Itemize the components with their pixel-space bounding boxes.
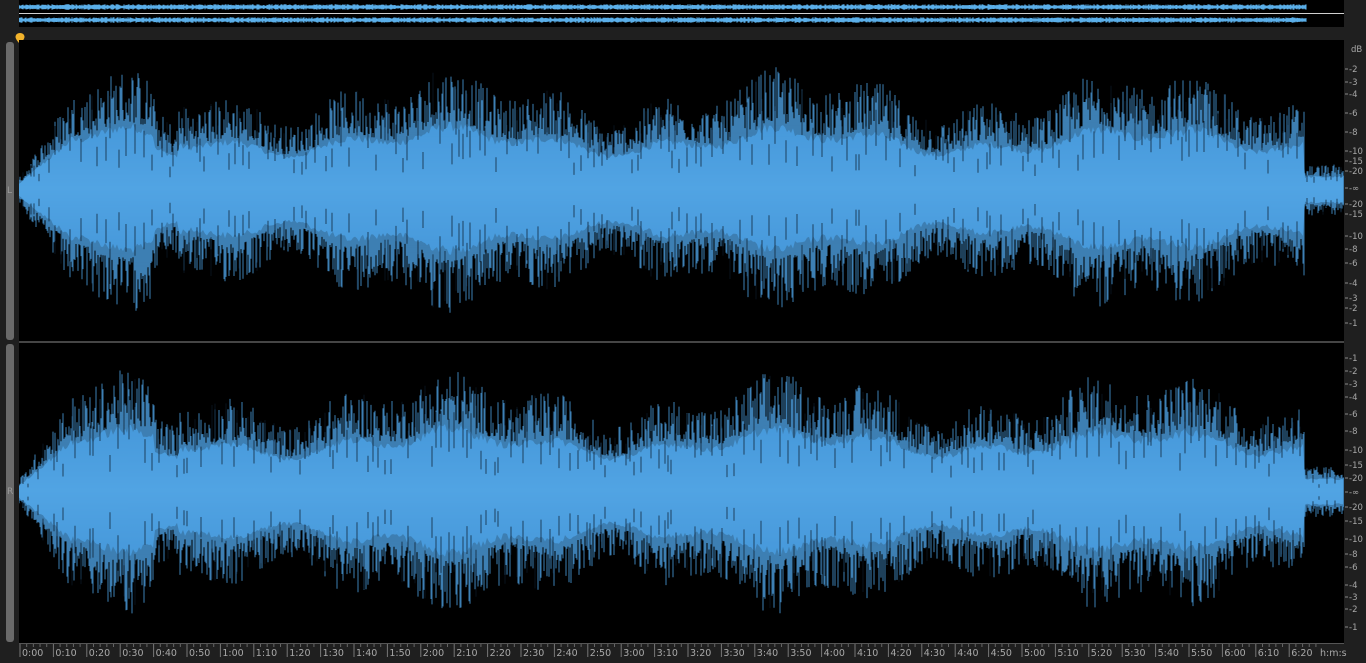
time-tick-label: 0:10	[55, 648, 76, 659]
db-tick-label: -4	[1349, 279, 1357, 289]
time-tick-label: 2:30	[523, 648, 544, 659]
db-tick-label: -1	[1349, 319, 1357, 329]
time-tick-label: 1:00	[222, 648, 243, 659]
time-tick-label: 4:20	[890, 648, 911, 659]
db-tick-label: -3	[1349, 380, 1357, 390]
waveform-channel-left	[19, 67, 1344, 313]
time-tick-label: 6:00	[1224, 648, 1245, 659]
db-tick-label: -1	[1349, 623, 1357, 633]
db-tick-label: -8	[1349, 245, 1357, 255]
db-tick-label: -10	[1349, 147, 1363, 157]
db-scale-ruler: dB -2 -3 -4 -6 -8 -10 -15 -20 -∞ -20 -15 -10 -8 -6 -4 -3…	[1344, 40, 1366, 643]
time-tick-label: 4:10	[857, 648, 878, 659]
channel-label-right: R	[7, 487, 14, 497]
time-tick-label: 3:50	[790, 648, 811, 659]
time-tick-label: 5:50	[1191, 648, 1212, 659]
time-tick-label: 1:30	[323, 648, 344, 659]
db-tick-label: -6	[1349, 259, 1357, 269]
time-tick-label: 0:00	[22, 648, 43, 659]
time-tick-label: 0:50	[189, 648, 210, 659]
db-tick-label: -15	[1349, 461, 1363, 471]
overview-waveform[interactable]	[19, 0, 1344, 27]
db-tick-label: -2	[1349, 605, 1357, 615]
db-tick-label: -2	[1349, 304, 1357, 314]
time-tick-label: 5:20	[1091, 648, 1112, 659]
time-tick-label: 0:30	[122, 648, 143, 659]
db-tick-label: -10	[1349, 232, 1363, 242]
time-tick-label: 5:00	[1024, 648, 1045, 659]
vertical-zoom-strip	[0, 40, 19, 643]
db-tick-label: -15	[1349, 157, 1363, 167]
time-tick-label: 2:20	[490, 648, 511, 659]
time-tick-label: 4:30	[924, 648, 945, 659]
db-tick-label: -20	[1349, 503, 1363, 513]
time-tick-label: 3:40	[757, 648, 778, 659]
db-tick-label: -1	[1349, 354, 1357, 364]
time-tick-label: 1:40	[356, 648, 377, 659]
time-unit-label: h:m:s	[1320, 648, 1347, 659]
db-tick-label: -6	[1349, 563, 1357, 573]
db-tick-label: -4	[1349, 393, 1357, 403]
db-tick-label: -∞	[1349, 184, 1359, 194]
db-tick-label: -8	[1349, 427, 1357, 437]
time-tick-label: 4:00	[824, 648, 845, 659]
time-tick-label: 2:10	[456, 648, 477, 659]
time-tick-label: 4:50	[991, 648, 1012, 659]
time-tick-label: 1:20	[289, 648, 310, 659]
db-tick-label: -6	[1349, 109, 1357, 119]
db-tick-label: -2	[1349, 367, 1357, 377]
time-tick-label: 3:20	[690, 648, 711, 659]
time-tick-label: 1:50	[389, 648, 410, 659]
db-tick-label: -6	[1349, 410, 1357, 420]
time-tick-label: 2:50	[590, 648, 611, 659]
db-tick-label: -8	[1349, 128, 1357, 138]
time-tick-label: 6:10	[1258, 648, 1279, 659]
time-tick-label: 5:10	[1057, 648, 1078, 659]
time-tick-label: 5:40	[1158, 648, 1179, 659]
time-tick-label: 4:40	[957, 648, 978, 659]
db-tick-label: -4	[1349, 90, 1357, 100]
db-unit-label: dB	[1351, 45, 1362, 55]
waveform-channel-right	[19, 370, 1344, 614]
waveform-canvas[interactable]	[19, 40, 1344, 643]
waveform-editor[interactable]	[19, 40, 1344, 643]
db-tick-label: -20	[1349, 200, 1363, 210]
time-tick-label: 0:40	[156, 648, 177, 659]
db-tick-label: -2	[1349, 65, 1357, 75]
time-tick-label: 6:20	[1291, 648, 1312, 659]
db-tick-label: -4	[1349, 581, 1357, 591]
db-tick-label: -3	[1349, 294, 1357, 304]
time-tick-label: 3:30	[723, 648, 744, 659]
time-tick-label: 0:20	[89, 648, 110, 659]
db-tick-label: -8	[1349, 550, 1357, 560]
db-tick-label: -20	[1349, 474, 1363, 484]
time-tick-label: 1:10	[256, 648, 277, 659]
db-tick-label: -3	[1349, 78, 1357, 88]
time-tick-label: 2:00	[423, 648, 444, 659]
time-ruler[interactable]: 0:00 0:10 0:20 0:30 0:40 0:50 1:00 1:10 1:20 1:30…	[19, 643, 1366, 663]
db-tick-label: -10	[1349, 535, 1363, 545]
time-tick-label: 2:40	[556, 648, 577, 659]
db-tick-label: -∞	[1349, 488, 1359, 498]
db-tick-label: -15	[1349, 517, 1363, 527]
time-tick-label: 3:10	[657, 648, 678, 659]
db-tick-label: -3	[1349, 593, 1357, 603]
db-tick-label: -10	[1349, 446, 1363, 456]
time-tick-label: 5:30	[1124, 648, 1145, 659]
channel-label-left: L	[7, 186, 13, 196]
overview-waveform-navigator[interactable]	[19, 0, 1344, 27]
db-tick-label: -15	[1349, 210, 1363, 220]
db-tick-label: -20	[1349, 167, 1363, 177]
time-tick-label: 3:00	[623, 648, 644, 659]
